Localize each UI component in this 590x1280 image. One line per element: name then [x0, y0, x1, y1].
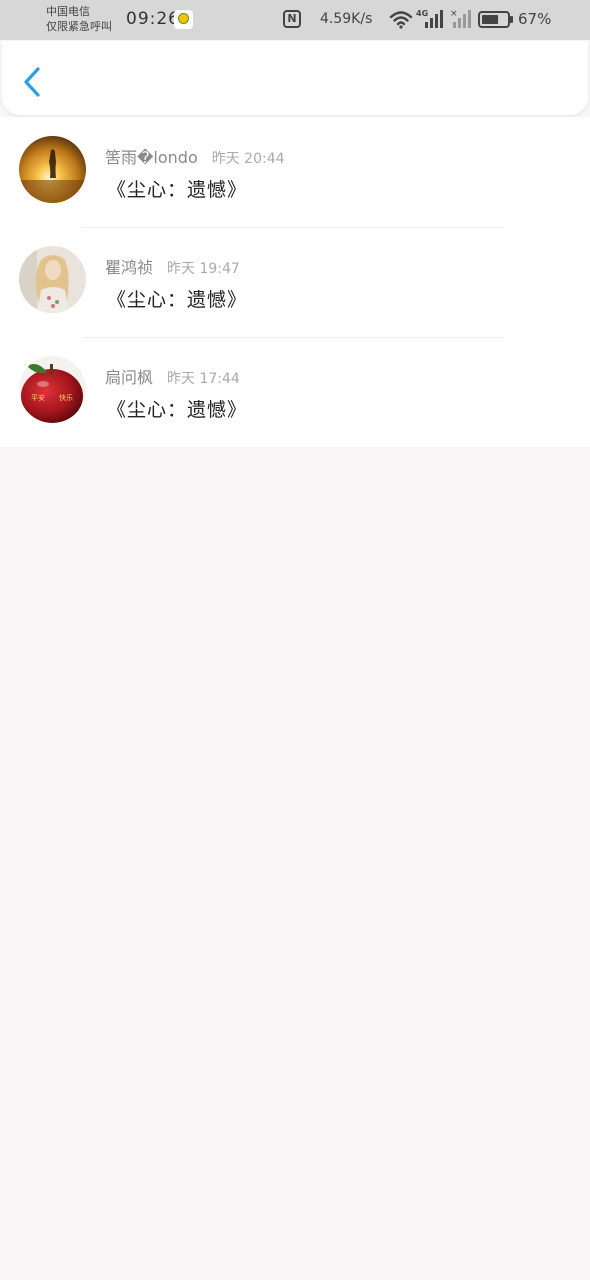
nfc-icon: N — [283, 10, 301, 28]
item-meta: 瞿鸿祯 昨天 19:47 — [105, 254, 240, 278]
svg-text:平安: 平安 — [31, 393, 45, 402]
avatar[interactable] — [19, 136, 86, 203]
status-time: 09:26 — [126, 9, 180, 29]
carrier-status: 仅限紧急呼叫 — [46, 20, 112, 33]
status-bar: 中国电信 仅限紧急呼叫 09:26 N 4.59K/s 4G × 67% — [0, 0, 590, 40]
timestamp: 昨天 19:47 — [167, 261, 240, 277]
item-meta: 扃问枫 昨天 17:44 — [105, 364, 240, 388]
battery-percent: 67% — [518, 10, 552, 28]
list-item[interactable]: 瞿鸿祯 昨天 19:47 《尘心：遗憾》 — [0, 227, 590, 337]
message-text: 《尘心：遗憾》 — [107, 289, 248, 311]
signal-no-service-icon: × — [450, 9, 471, 28]
timestamp: 昨天 20:44 — [211, 151, 285, 167]
status-icons: 4G × — [389, 9, 513, 29]
svg-text:×: × — [450, 9, 458, 19]
list-item[interactable]: 平安 快乐 扃问枫 昨天 17:44 《尘心：遗憾》 — [0, 337, 590, 447]
wifi-icon — [389, 11, 413, 29]
back-button[interactable] — [20, 65, 46, 99]
carrier-name: 中国电信 — [46, 5, 90, 18]
avatar[interactable]: 平安 快乐 — [19, 356, 86, 423]
signal-4g-icon: 4G — [416, 9, 443, 28]
message-text: 《尘心：遗憾》 — [107, 179, 248, 201]
carrier-info: 中国电信 仅限紧急呼叫 — [46, 4, 112, 34]
svg-text:快乐: 快乐 — [59, 393, 73, 402]
battery-icon — [478, 11, 513, 28]
app-notification-icon — [174, 10, 193, 29]
avatar[interactable] — [19, 246, 86, 313]
list-item[interactable]: 筈雨�londo 昨天 20:44 《尘心：遗憾》 — [0, 117, 590, 227]
message-text: 《尘心：遗憾》 — [107, 399, 248, 421]
sender-name[interactable]: 筈雨�londo — [105, 148, 198, 167]
sender-name[interactable]: 瞿鸿祯 — [105, 258, 153, 277]
sender-name[interactable]: 扃问枫 — [105, 368, 153, 387]
network-speed: 4.59K/s — [320, 11, 373, 27]
top-app-bar — [2, 41, 588, 115]
message-list: 筈雨�londo 昨天 20:44 《尘心：遗憾》 瞿鸿祯 昨天 19:47 《尘心… — [0, 117, 590, 447]
svg-text:4G: 4G — [416, 9, 428, 18]
chevron-left-icon — [24, 67, 40, 97]
timestamp: 昨天 17:44 — [167, 371, 240, 387]
item-meta: 筈雨�londo 昨天 20:44 — [105, 144, 285, 168]
